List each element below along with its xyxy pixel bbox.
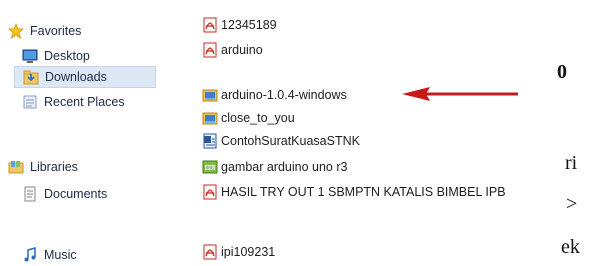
nav-label: Favorites bbox=[30, 24, 82, 38]
star-icon bbox=[8, 23, 24, 39]
file-row[interactable]: arduino-1.0.4-windows bbox=[202, 85, 347, 105]
libraries-icon bbox=[8, 161, 24, 174]
file-name: ipi109231 bbox=[221, 245, 276, 259]
file-name: arduino bbox=[221, 43, 263, 57]
nav-documents[interactable]: Documents bbox=[22, 183, 107, 205]
nav-label: Recent Places bbox=[44, 95, 125, 109]
annotation-arrow-icon bbox=[402, 87, 518, 101]
svg-text:IMG: IMG bbox=[206, 165, 215, 171]
music-icon bbox=[24, 247, 36, 262]
background-text: ri bbox=[565, 152, 578, 174]
file-name: gambar arduino uno r3 bbox=[221, 160, 348, 174]
file-name: HASIL TRY OUT 1 SBMPTN KATALIS BIMBEL IP… bbox=[221, 185, 506, 199]
downloads-folder-icon bbox=[23, 70, 39, 85]
file-row[interactable]: ContohSuratKuasaSTNK bbox=[202, 131, 360, 151]
word-document-icon bbox=[203, 133, 217, 149]
nav-label: Downloads bbox=[45, 70, 107, 84]
nav-music[interactable]: Music bbox=[22, 244, 77, 266]
background-text: > bbox=[566, 193, 578, 215]
image-file-icon: IMG bbox=[202, 160, 218, 174]
pdf-icon bbox=[203, 17, 217, 33]
pdf-icon bbox=[203, 42, 217, 58]
file-row[interactable]: close_to_you bbox=[202, 108, 295, 128]
nav-recent-places[interactable]: Recent Places bbox=[22, 91, 125, 113]
nav-downloads[interactable]: Downloads bbox=[14, 66, 156, 88]
documents-icon bbox=[24, 186, 36, 202]
file-name: close_to_you bbox=[221, 111, 295, 125]
file-row[interactable]: arduino bbox=[202, 40, 263, 60]
zip-archive-icon bbox=[202, 112, 218, 125]
file-row[interactable]: ipi109231 bbox=[202, 242, 275, 262]
zip-archive-icon bbox=[202, 89, 218, 102]
desktop-icon bbox=[22, 49, 38, 63]
file-row[interactable]: 12345189 bbox=[202, 15, 277, 35]
recent-places-icon bbox=[23, 95, 37, 109]
file-row[interactable]: HASIL TRY OUT 1 SBMPTN KATALIS BIMBEL IP… bbox=[202, 182, 506, 202]
file-name: arduino-1.0.4-windows bbox=[221, 88, 347, 102]
navigation-pane: Favorites Desktop Downloads Recent Place… bbox=[0, 0, 172, 262]
nav-label: Documents bbox=[44, 187, 108, 201]
file-name: 12345189 bbox=[221, 18, 277, 32]
file-list: 12345189 arduino arduino-1.0.4-windows c… bbox=[202, 0, 562, 262]
file-name: ContohSuratKuasaSTNK bbox=[221, 134, 360, 148]
nav-libraries[interactable]: Libraries bbox=[8, 156, 78, 178]
background-text: 0 bbox=[557, 61, 567, 83]
pdf-icon bbox=[203, 244, 217, 260]
nav-label: Desktop bbox=[44, 49, 90, 63]
nav-label: Music bbox=[44, 248, 77, 262]
pdf-icon bbox=[203, 184, 217, 200]
nav-favorites[interactable]: Favorites bbox=[8, 20, 81, 42]
nav-label: Libraries bbox=[30, 160, 78, 174]
file-row[interactable]: IMG gambar arduino uno r3 bbox=[202, 157, 347, 177]
background-text: ek bbox=[561, 236, 580, 258]
nav-desktop[interactable]: Desktop bbox=[22, 45, 90, 67]
